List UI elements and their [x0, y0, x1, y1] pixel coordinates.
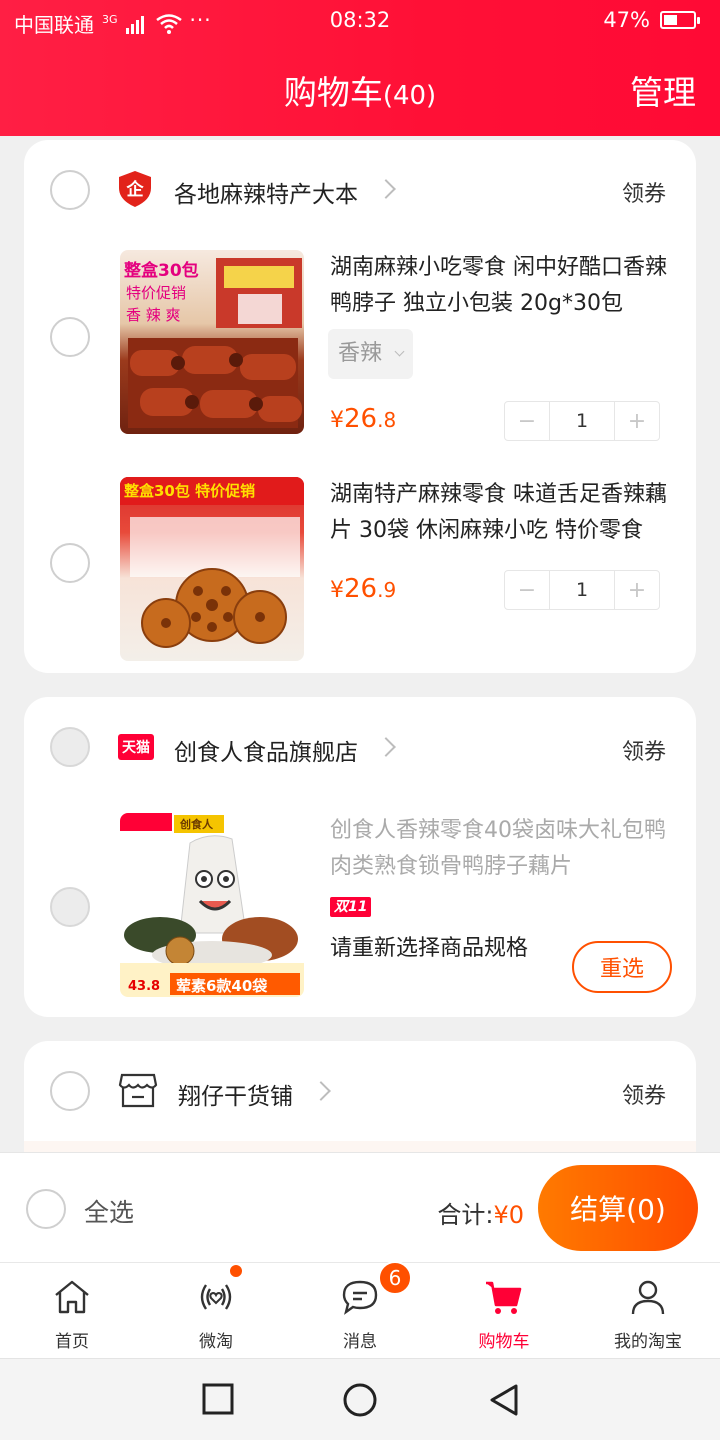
select-all-label[interactable]: 全选 — [84, 1193, 134, 1229]
manage-button[interactable]: 管理 — [630, 66, 696, 114]
profile-icon — [631, 1280, 665, 1315]
tab-label: 微淘 — [199, 1332, 233, 1352]
store-icon — [118, 1073, 158, 1108]
product-image[interactable]: 整盒30包 特价促销 — [120, 477, 304, 661]
quantity-value[interactable]: 1 — [549, 571, 615, 609]
total-amount: ¥0 — [493, 1201, 524, 1229]
chevron-right-icon — [311, 1081, 331, 1101]
chevron-right-icon — [376, 179, 396, 199]
shop-select-radio[interactable] — [50, 1071, 90, 1111]
quantity-value[interactable]: 1 — [549, 402, 615, 440]
circle-icon — [343, 1383, 377, 1417]
shop-card: 企 各地麻辣特产大本 领券 整盒30包 特价促销 香 辣 爽 湖南麻辣小吃零食 … — [24, 140, 696, 673]
header: 中国联通 3G ··· 08:32 47% 购物车(40) 管理 — [0, 0, 720, 136]
reselect-button[interactable]: 重选 — [572, 941, 672, 993]
price: ¥26.8 — [330, 404, 396, 434]
quantity-stepper: − 1 + — [504, 570, 660, 610]
tab-label: 首页 — [55, 1332, 89, 1352]
triangle-back-icon — [490, 1384, 518, 1416]
message-icon — [342, 1280, 378, 1315]
weitao-icon — [200, 1284, 232, 1310]
double-11-badge: 双11 — [330, 897, 372, 917]
total: 合计:¥0 — [437, 1195, 524, 1230]
total-label: 合计: — [437, 1201, 494, 1229]
reselect-message: 请重新选择商品规格 — [330, 936, 529, 961]
page-title: 购物车(40) — [0, 66, 720, 114]
spec-selector[interactable]: 香辣 — [328, 329, 414, 379]
promo-text: 整盒30包 — [124, 261, 199, 281]
promo-text: 香 辣 爽 — [126, 306, 181, 324]
minus-button[interactable]: − — [505, 402, 549, 440]
tab-messages[interactable]: 6 消息 — [288, 1261, 432, 1359]
promo-text: 荤素6款40袋 — [176, 977, 268, 995]
tmall-badge: 天猫 — [118, 734, 154, 760]
tab-home[interactable]: 首页 — [0, 1263, 144, 1359]
plus-button[interactable]: + — [615, 402, 659, 440]
lotus-root-illustration — [120, 477, 304, 648]
tab-weitao[interactable]: 微淘 — [144, 1263, 288, 1359]
price-symbol: ¥ — [330, 408, 344, 433]
tab-bar: 首页 微淘 6 消息 购物车 我的淘宝 — [0, 1261, 720, 1359]
item-select-radio[interactable] — [50, 317, 90, 357]
price-int: 26 — [344, 574, 378, 604]
snack-pack-illustration — [120, 813, 304, 997]
cart-icon — [486, 1281, 522, 1314]
cart-count: (40) — [382, 81, 437, 111]
promo-text: 特价促销 — [126, 284, 187, 302]
promo-price: 43.8 — [128, 979, 161, 994]
price-dec: .9 — [377, 578, 397, 602]
minus-button[interactable]: − — [505, 571, 549, 609]
product-title[interactable]: 湖南麻辣小吃零食 闲中好酷口香辣鸭脖子 独立小包装 20g*30包 — [330, 250, 676, 322]
spec-value: 香辣 — [338, 341, 383, 366]
checkout-bar: 全选 合计:¥0 结算(0) — [0, 1152, 720, 1262]
coupon-button[interactable]: 领券 — [622, 1078, 666, 1110]
chevron-down-icon — [394, 346, 405, 357]
product-title[interactable]: 创食人香辣零食40袋卤味大礼包鸭肉类熟食锁骨鸭脖子藕片 — [330, 813, 676, 885]
home-icon — [55, 1280, 89, 1314]
chevron-right-icon — [376, 737, 396, 757]
coupon-button[interactable]: 领券 — [622, 176, 666, 208]
shop-name[interactable]: 各地麻辣特产大本 — [174, 175, 358, 209]
tab-label: 购物车 — [478, 1332, 530, 1352]
price-symbol: ¥ — [330, 578, 344, 603]
product-image[interactable]: 整盒30包 特价促销 香 辣 爽 — [120, 250, 304, 434]
promo-text: 整盒30包 特价促销 — [124, 482, 256, 500]
tab-cart[interactable]: 购物车 — [432, 1263, 576, 1359]
status-bar: 中国联通 3G ··· 08:32 47% — [0, 0, 720, 44]
product-image[interactable]: 创食人 荤素6款40袋 43.8 — [120, 813, 304, 997]
tab-label: 我的淘宝 — [614, 1332, 682, 1352]
product-title[interactable]: 湖南特产麻辣零食 味道舌足香辣藕片 30袋 休闲麻辣小吃 特价零食 — [330, 477, 676, 549]
back-button[interactable] — [488, 1383, 520, 1421]
tab-label: 消息 — [343, 1332, 377, 1352]
checkout-button[interactable]: 结算(0) — [538, 1165, 698, 1251]
battery-icon — [660, 11, 700, 29]
plus-button[interactable]: + — [615, 571, 659, 609]
price-dec: .8 — [377, 408, 397, 432]
shop-name[interactable]: 创食人食品旗舰店 — [174, 733, 358, 767]
battery-percent: 47% — [603, 8, 650, 32]
tab-profile[interactable]: 我的淘宝 — [576, 1263, 720, 1359]
square-icon — [202, 1383, 234, 1415]
item-select-radio[interactable] — [50, 887, 90, 927]
page-title-text: 购物车 — [283, 73, 383, 112]
message-count-badge: 6 — [378, 1261, 412, 1295]
shop-card: 天猫 创食人食品旗舰店 领券 创食人 荤素6款40袋 43.8 创食人香辣零食4… — [24, 697, 696, 1017]
enterprise-shop-icon: 企 — [119, 171, 151, 207]
price: ¥26.9 — [330, 574, 396, 604]
price-int: 26 — [344, 404, 378, 434]
shop-select-radio[interactable] — [50, 727, 90, 767]
select-all-radio[interactable] — [26, 1189, 66, 1229]
brand-text: 创食人 — [180, 818, 213, 831]
system-nav-bar — [0, 1358, 720, 1440]
item-select-radio[interactable] — [50, 543, 90, 583]
coupon-button[interactable]: 领券 — [622, 734, 666, 766]
quantity-stepper: − 1 + — [504, 401, 660, 441]
shop-select-radio[interactable] — [50, 170, 90, 210]
recent-apps-button[interactable] — [202, 1383, 234, 1419]
notification-dot — [228, 1263, 244, 1279]
svg-text:企: 企 — [126, 179, 145, 200]
shop-name[interactable]: 翔仔干货铺 — [178, 1077, 293, 1111]
home-button[interactable] — [343, 1383, 377, 1421]
